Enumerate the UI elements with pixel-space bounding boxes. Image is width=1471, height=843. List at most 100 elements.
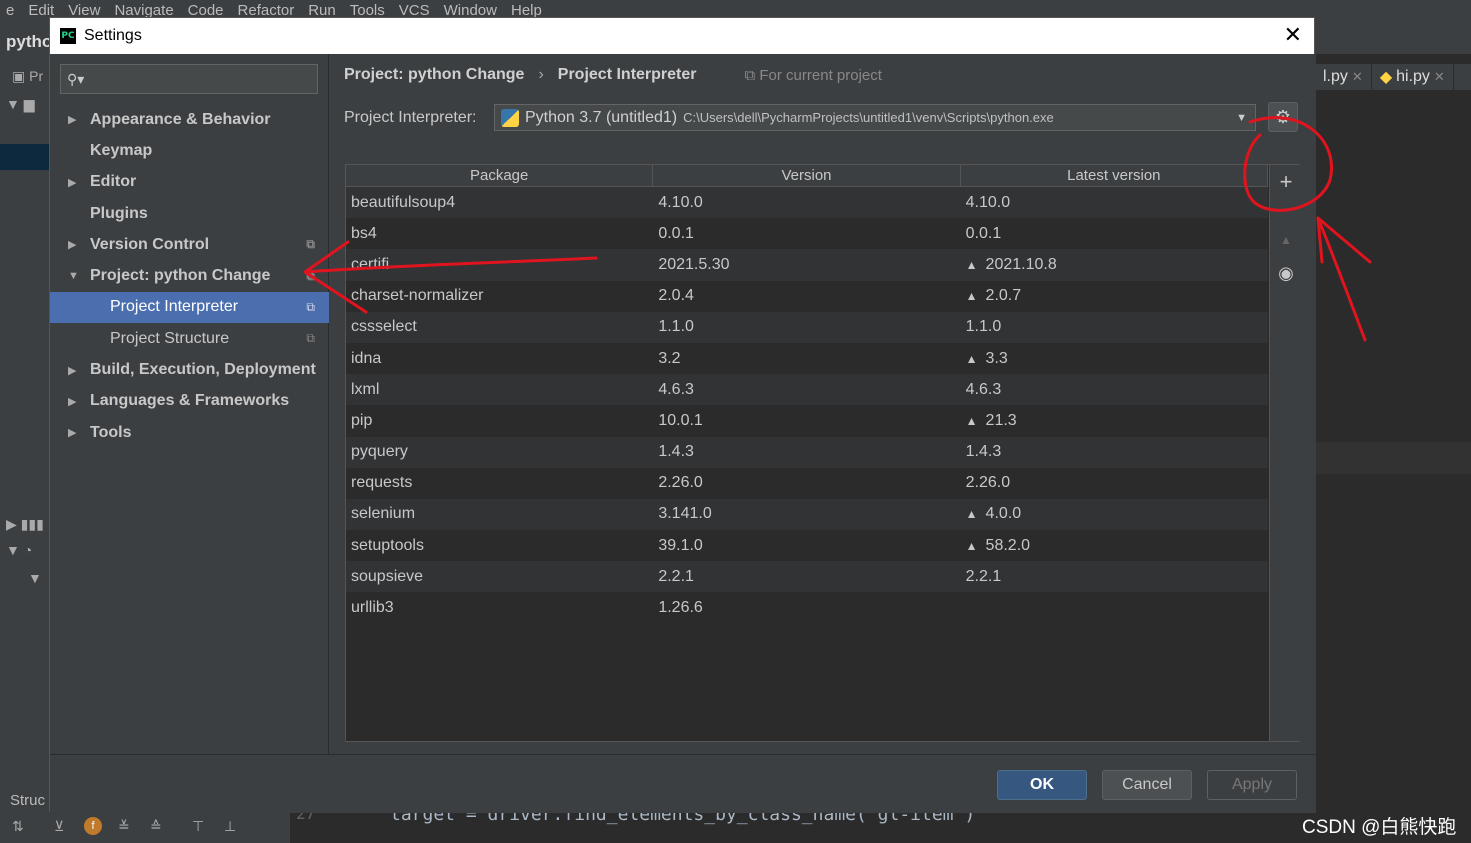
cell-package: soupsieve: [346, 568, 653, 586]
autoscroll-icon[interactable]: ⊥: [224, 818, 236, 835]
chevron-right-icon[interactable]: ▶: [68, 364, 76, 377]
tree-item-label: Project Interpreter: [110, 298, 239, 316]
cell-version: 2.2.1: [653, 568, 960, 586]
table-row[interactable]: urllib3 1.26.6: [346, 592, 1268, 623]
menu-item[interactable]: Refactor: [238, 2, 295, 19]
tree-item-label: Plugins: [90, 204, 148, 222]
tree-item[interactable]: ▶ Tools: [50, 417, 329, 448]
chevron-right-icon[interactable]: ▶: [68, 176, 76, 189]
eye-icon[interactable]: ◉: [1270, 263, 1302, 284]
tree-item[interactable]: ▶ Editor: [50, 167, 329, 198]
cell-version: 2021.5.30: [653, 256, 960, 274]
cell-package: requests: [346, 474, 653, 492]
chevron-right-icon[interactable]: ▶: [68, 238, 76, 251]
menu-item[interactable]: Window: [444, 2, 497, 19]
menu-item[interactable]: Help: [511, 2, 542, 19]
cell-text: 4.6.3: [965, 380, 1002, 398]
expand-all-icon[interactable]: ≚: [118, 818, 130, 835]
chevron-down-icon[interactable]: ▼: [68, 270, 79, 282]
dialog-footer: OK Cancel Apply: [50, 754, 1316, 813]
tree-item[interactable]: Project Structure ⧉: [50, 323, 329, 354]
chevron-right-icon[interactable]: ▶: [68, 113, 76, 126]
cancel-button[interactable]: Cancel: [1102, 770, 1192, 800]
close-tab-icon[interactable]: ✕: [1352, 69, 1363, 85]
tree-item[interactable]: ▶ Appearance & Behavior: [50, 104, 329, 135]
tree-item-label: Appearance & Behavior: [90, 110, 271, 128]
menu-item[interactable]: Edit: [28, 2, 54, 19]
apply-button[interactable]: Apply: [1207, 770, 1297, 800]
table-row[interactable]: pyquery 1.4.3 1.4.3: [346, 436, 1268, 468]
cell-text: 1.26.6: [658, 599, 703, 617]
tree-item[interactable]: ▶ Build, Execution, Deployment: [50, 354, 329, 385]
ok-button[interactable]: OK: [997, 770, 1087, 800]
tree-item[interactable]: ▶ Version Control ⧉: [50, 229, 329, 260]
close-tab-icon[interactable]: ✕: [1434, 69, 1445, 85]
chevron-right-icon[interactable]: ▶: [68, 395, 76, 408]
table-row[interactable]: lxml 4.6.3 4.6.3: [346, 374, 1268, 406]
settings-search-input[interactable]: ⚲▾: [60, 64, 318, 94]
collapse-arrow-icon[interactable]: ▼: [28, 570, 42, 586]
table-row[interactable]: selenium 3.141.0 ▲ 4.0.0: [346, 498, 1268, 531]
upgrade-available-icon: ▲: [965, 507, 978, 522]
editor-tab[interactable]: ◆ hi.py ✕: [1372, 64, 1454, 90]
run-chart-icon[interactable]: ▶ ▮▮▮: [6, 516, 44, 533]
tree-icon[interactable]: ⊻: [54, 818, 64, 835]
column-header-latest[interactable]: Latest version: [961, 165, 1268, 186]
tree-expand-icon[interactable]: ▼ ▆: [6, 96, 35, 113]
table-row[interactable]: beautifulsoup4 4.10.0 4.10.0: [346, 187, 1268, 219]
copy-icon: ⧉: [306, 237, 315, 252]
table-row[interactable]: bs4 0.0.1 0.0.1: [346, 218, 1268, 249]
menu-item[interactable]: View: [68, 2, 100, 19]
python-icon: [501, 108, 519, 127]
gear-icon[interactable]: ⚙: [1268, 102, 1298, 132]
search-icon: ⚲▾: [67, 70, 85, 87]
menu-item[interactable]: Navigate: [114, 2, 173, 19]
packages-table: Package Version Latest version beautiful…: [346, 165, 1268, 624]
field-icon[interactable]: f: [84, 817, 102, 835]
menu-item[interactable]: Code: [188, 2, 224, 19]
dialog-title: Settings: [84, 27, 142, 44]
sort-icon[interactable]: ⇅: [12, 818, 24, 835]
table-row[interactable]: charset-normalizer 2.0.4 ▲ 2.0.7: [346, 281, 1268, 312]
editor-tab[interactable]: l.py ✕: [1315, 64, 1372, 90]
upgrade-icon[interactable]: ▲: [1270, 233, 1302, 247]
chevron-down-icon[interactable]: ▼: [1236, 112, 1247, 124]
menu-item[interactable]: VCS: [399, 2, 430, 19]
cell-latest: ▲ 58.2.0: [961, 537, 1268, 555]
dialog-titlebar[interactable]: PC Settings ✕: [50, 18, 1314, 54]
table-row[interactable]: requests 2.26.0 2.26.0: [346, 468, 1268, 499]
chevron-right-icon[interactable]: ▶: [68, 426, 76, 439]
table-row[interactable]: setuptools 39.1.0 ▲ 58.2.0: [346, 530, 1268, 561]
cell-text: 3.141.0: [658, 505, 712, 523]
close-icon[interactable]: ✕: [1284, 22, 1302, 48]
cell-version: 1.1.0: [653, 318, 960, 336]
tree-item[interactable]: ▶ Languages & Frameworks: [50, 386, 329, 417]
table-row[interactable]: idna 3.2 ▲ 3.3: [346, 343, 1268, 374]
scroll-from-source-icon[interactable]: ⊤: [192, 818, 204, 835]
cell-text: 10.0.1: [658, 411, 703, 429]
debug-clock-icon[interactable]: ▼ ◔: [6, 542, 32, 558]
project-view-icon[interactable]: ▣ Pr: [12, 68, 43, 85]
interpreter-select[interactable]: Python 3.7 (untitled1) C:\Users\dell\Pyc…: [494, 104, 1256, 131]
tree-item[interactable]: Plugins: [50, 198, 329, 229]
ide-editor-right: l.py ✕ ◆ hi.py ✕: [1315, 54, 1471, 843]
menu-item[interactable]: Run: [308, 2, 336, 19]
cell-latest: 1.4.3: [961, 443, 1268, 461]
collapse-all-icon[interactable]: ≙: [150, 818, 162, 835]
column-header-version[interactable]: Version: [653, 165, 961, 186]
table-row[interactable]: cssselect 1.1.0 1.1.0: [346, 311, 1268, 343]
table-row[interactable]: soupsieve 2.2.1 2.2.1: [346, 561, 1268, 593]
column-header-package[interactable]: Package: [346, 165, 654, 186]
menu-item[interactable]: e: [6, 2, 14, 19]
tree-item[interactable]: Keymap: [50, 135, 329, 166]
table-row[interactable]: certifi 2021.5.30 ▲ 2021.10.8: [346, 249, 1268, 281]
cell-version: 0.0.1: [653, 225, 960, 243]
add-package-icon[interactable]: +: [1270, 169, 1302, 195]
structure-label[interactable]: Struc: [10, 792, 45, 809]
cell-version: 1.26.6: [653, 599, 960, 617]
table-row[interactable]: pip 10.0.1 ▲ 21.3: [346, 405, 1268, 436]
tree-item[interactable]: Project Interpreter ⧉: [50, 291, 329, 324]
menu-item[interactable]: Tools: [350, 2, 385, 19]
tree-item[interactable]: ▼ Project: python Change ⧉: [50, 260, 329, 291]
cell-text: 4.6.3: [658, 380, 694, 398]
